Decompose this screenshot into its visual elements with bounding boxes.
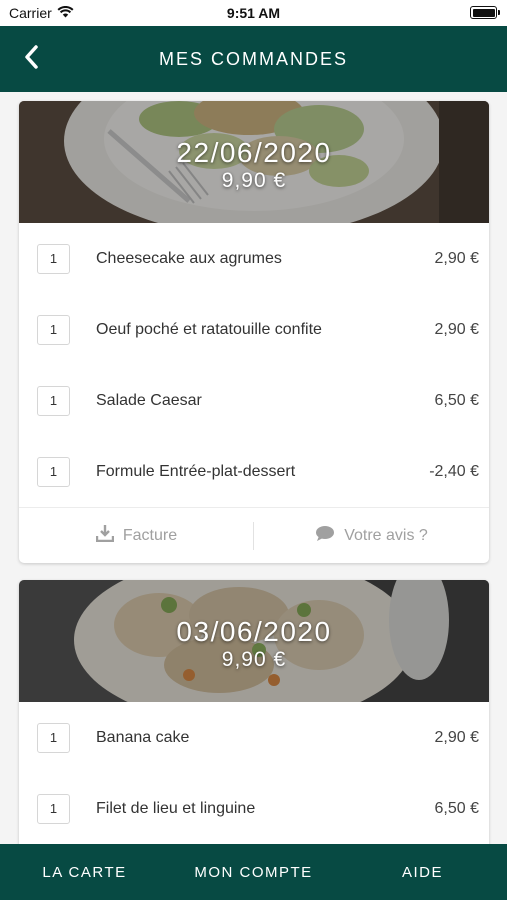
item-price: 6,50 € bbox=[434, 799, 479, 817]
item-price: 2,90 € bbox=[434, 320, 479, 338]
orders-list[interactable]: 22/06/2020 9,90 € 1 Cheesecake aux agrum… bbox=[0, 92, 507, 844]
nav-item-la-carte[interactable]: LA CARTE bbox=[0, 864, 169, 881]
item-price: 6,50 € bbox=[434, 391, 479, 409]
caesar-salad-photo: 22/06/2020 9,90 € bbox=[19, 101, 489, 223]
speech-bubble-icon bbox=[315, 525, 335, 547]
app-header: MES COMMANDES bbox=[0, 26, 507, 92]
nav-item-mon-compte[interactable]: MON COMPTE bbox=[169, 864, 338, 881]
order-item-row: 1 Filet de lieu et linguine 6,50 € bbox=[19, 773, 489, 844]
order-card: 22/06/2020 9,90 € 1 Cheesecake aux agrum… bbox=[19, 101, 489, 563]
status-bar: Carrier 9:51 AM bbox=[0, 0, 507, 26]
order-item-row: 1 Oeuf poché et ratatouille confite 2,90… bbox=[19, 294, 489, 365]
item-name: Cheesecake aux agrumes bbox=[96, 249, 282, 267]
order-item-row: 1 Salade Caesar 6,50 € bbox=[19, 365, 489, 436]
back-button[interactable] bbox=[16, 43, 46, 75]
battery-icon bbox=[470, 6, 500, 19]
page-title: MES COMMANDES bbox=[158, 48, 348, 69]
order-item-row: 1 Banana cake 2,90 € bbox=[19, 702, 489, 773]
item-name: Formule Entrée-plat-dessert bbox=[96, 462, 296, 480]
order-card: 03/06/2020 9,90 € 1 Banana cake 2,90 € 1… bbox=[19, 580, 489, 844]
item-name: Banana cake bbox=[96, 728, 190, 746]
item-name: Oeuf poché et ratatouille confite bbox=[96, 320, 322, 338]
bottom-nav: LA CARTE MON COMPTE AIDE bbox=[0, 844, 507, 900]
quantity-box: 1 bbox=[37, 243, 70, 274]
review-label: Votre avis ? bbox=[344, 526, 428, 544]
order-total: 9,90 € bbox=[221, 169, 287, 192]
item-name: Filet de lieu et linguine bbox=[96, 799, 256, 817]
invoice-label: Facture bbox=[122, 526, 178, 544]
nav-item-aide[interactable]: AIDE bbox=[338, 864, 507, 881]
order-actions: Facture Votre avis ? bbox=[19, 507, 489, 563]
quantity-box: 1 bbox=[37, 314, 70, 345]
order-item-row: 1 Cheesecake aux agrumes 2,90 € bbox=[19, 223, 489, 294]
pasta-shells-photo: 03/06/2020 9,90 € bbox=[19, 580, 489, 702]
quantity-box: 1 bbox=[37, 385, 70, 416]
status-time: 9:51 AM bbox=[226, 5, 281, 21]
quantity-box: 1 bbox=[37, 456, 70, 487]
chevron-left-icon bbox=[23, 44, 39, 75]
quantity-box: 1 bbox=[37, 722, 70, 753]
download-icon bbox=[95, 524, 115, 547]
item-price: -2,40 € bbox=[429, 462, 479, 480]
invoice-button[interactable]: Facture bbox=[19, 508, 254, 563]
order-total: 9,90 € bbox=[221, 648, 287, 671]
action-divider bbox=[253, 522, 254, 550]
item-price: 2,90 € bbox=[434, 249, 479, 267]
item-price: 2,90 € bbox=[434, 728, 479, 746]
quantity-box: 1 bbox=[37, 793, 70, 824]
review-button[interactable]: Votre avis ? bbox=[254, 508, 489, 563]
order-item-row: 1 Formule Entrée-plat-dessert -2,40 € bbox=[19, 436, 489, 507]
order-date: 22/06/2020 bbox=[176, 137, 332, 168]
order-date: 03/06/2020 bbox=[176, 616, 332, 647]
item-name: Salade Caesar bbox=[96, 391, 202, 409]
